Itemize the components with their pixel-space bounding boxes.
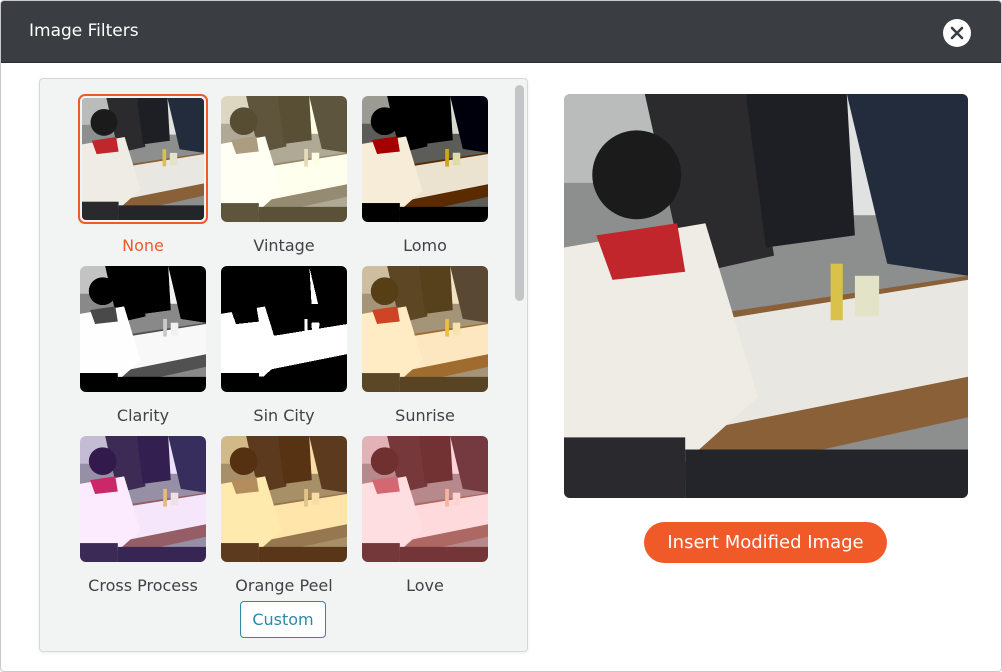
image-preview: [564, 94, 968, 498]
filter-sunrise[interactable]: Sunrise: [360, 264, 490, 425]
filter-label: Lomo: [403, 236, 447, 255]
scrollbar-thumb[interactable]: [515, 85, 524, 301]
filter-cross-process[interactable]: Cross Process: [78, 434, 208, 595]
dialog-title: Image Filters: [29, 21, 139, 41]
filter-label: Sunrise: [395, 406, 455, 425]
filter-thumbnail: [362, 266, 488, 392]
filter-lomo[interactable]: Lomo: [360, 94, 490, 255]
preview-image: [564, 94, 968, 498]
image-filters-dialog: Image Filters None Vintage Lomo Clarity …: [0, 0, 1002, 672]
filter-thumbnail: [221, 266, 347, 392]
filter-thumbnail: [80, 436, 206, 562]
filter-thumbnail: [221, 436, 347, 562]
filters-panel: None Vintage Lomo Clarity Sin City Sunri…: [39, 78, 528, 652]
custom-filter-button[interactable]: Custom: [240, 601, 326, 638]
filter-label: Love: [406, 576, 444, 595]
filter-clarity[interactable]: Clarity: [78, 264, 208, 425]
filter-thumbnail: [78, 94, 208, 224]
close-icon: [950, 26, 964, 40]
filter-sin-city[interactable]: Sin City: [219, 264, 349, 425]
insert-modified-image-button[interactable]: Insert Modified Image: [644, 522, 887, 563]
close-button[interactable]: [943, 19, 971, 47]
filter-orange-peel[interactable]: Orange Peel: [219, 434, 349, 595]
filter-vintage[interactable]: Vintage: [219, 94, 349, 255]
filter-none[interactable]: None: [78, 94, 208, 255]
filter-love[interactable]: Love: [360, 434, 490, 595]
filter-thumbnail: [221, 96, 347, 222]
filter-thumbnail: [362, 96, 488, 222]
filter-thumbnail: [80, 266, 206, 392]
dialog-titlebar: Image Filters: [1, 1, 1001, 63]
filter-thumbnail: [362, 436, 488, 562]
